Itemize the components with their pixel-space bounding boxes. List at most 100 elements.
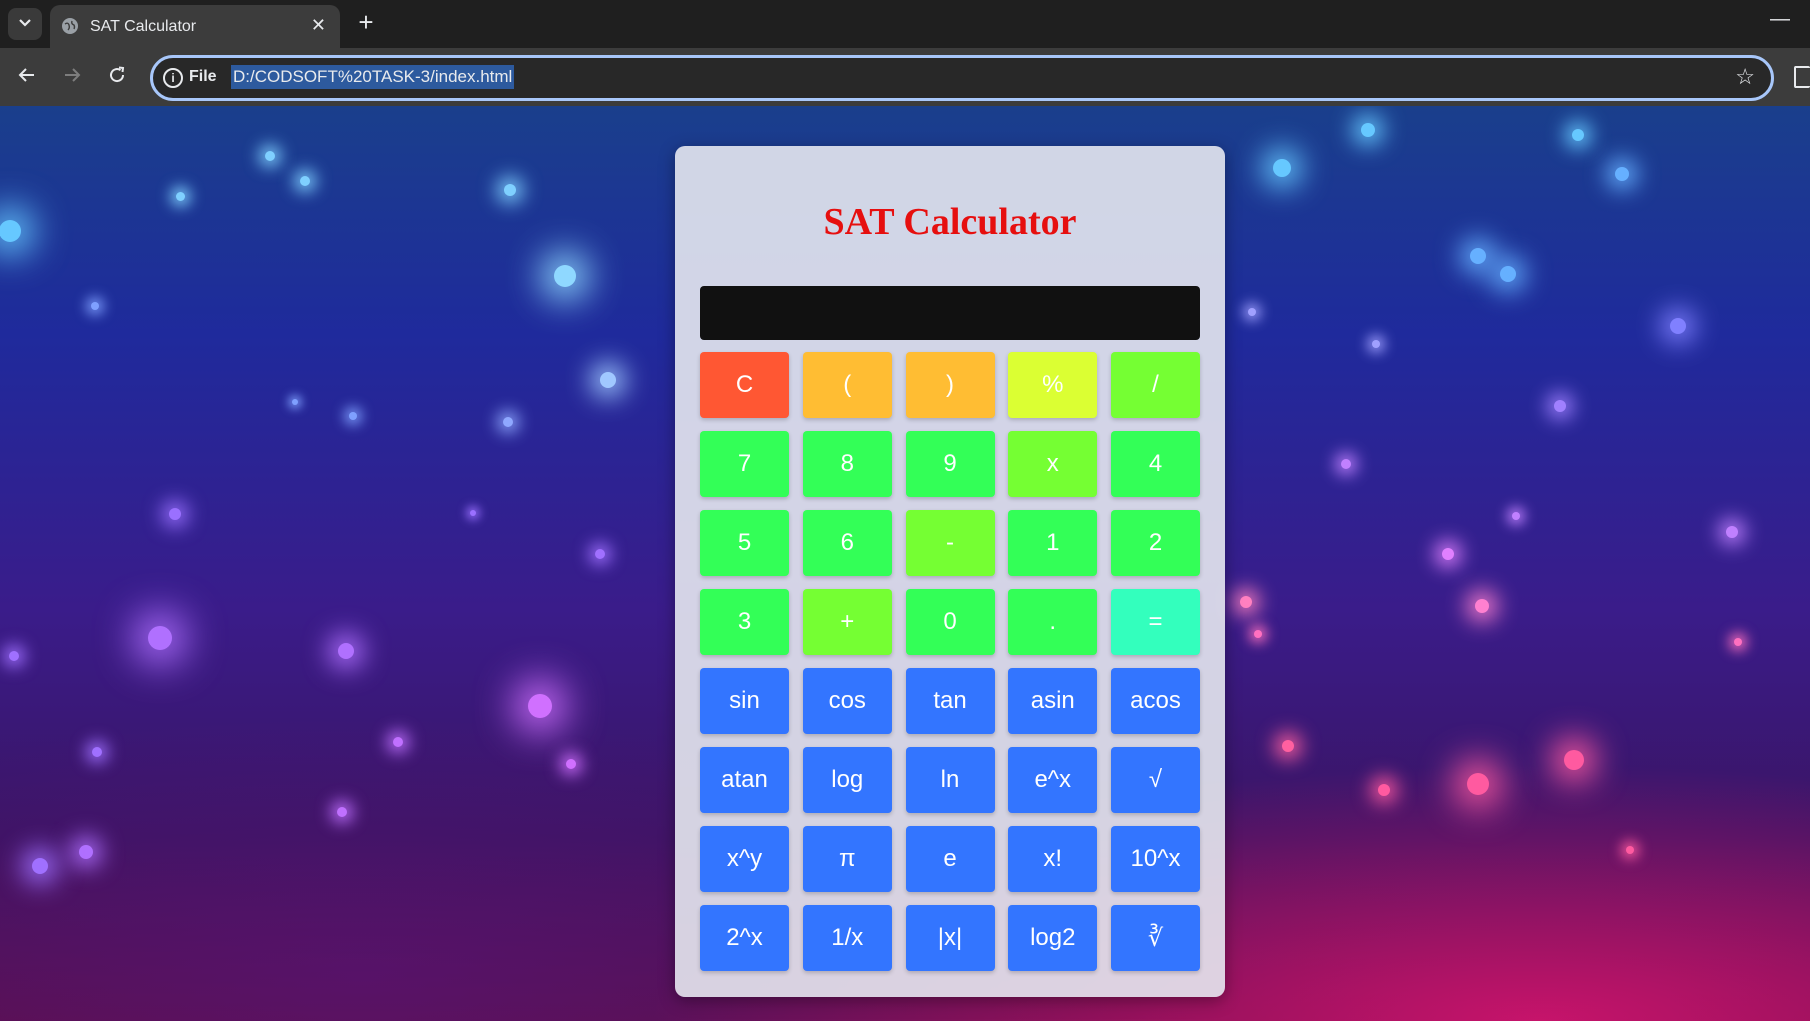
chevron-down-icon [18,15,32,33]
background-glow [1470,248,1486,264]
key-function-button[interactable]: acos [1111,668,1200,734]
background-glow [503,417,513,427]
url-text[interactable]: D:/CODSOFT%20TASK-3/index.html [231,65,515,89]
back-button[interactable] [10,60,44,94]
background-glow [393,737,403,747]
background-glow [1475,599,1489,613]
background-glow [1734,638,1742,646]
background-glow [1726,526,1738,538]
background-glow [1626,846,1634,854]
key-function-button[interactable]: 10^x [1111,826,1200,892]
background-glow [1248,308,1256,316]
address-bar[interactable]: i File D:/CODSOFT%20TASK-3/index.html ☆ [150,55,1774,101]
key-function-button[interactable]: ∛ [1111,905,1200,971]
key-function-button[interactable]: cos [802,668,892,734]
reload-button[interactable] [100,60,134,94]
plus-icon[interactable]: + [352,8,380,38]
forward-button[interactable] [55,60,89,94]
background-glow [1615,167,1629,181]
background-glow [1282,740,1294,752]
key-function-button[interactable]: sin [700,668,789,734]
key-function-button[interactable]: |x| [905,905,995,971]
scheme-label: File [189,68,217,85]
background-glow [92,747,102,757]
background-glow [1240,596,1252,608]
key-operator-button[interactable]: + [802,589,892,655]
background-glow [528,694,552,718]
key-function-button[interactable]: 1/x [802,905,892,971]
key-digit-button[interactable]: 7 [700,431,789,497]
background-glow [300,176,310,186]
forward-arrow-icon [63,64,81,90]
background-glow [1670,318,1686,334]
key-digit-button[interactable]: . [1008,589,1098,655]
background-glow [292,399,298,405]
keypad: C()%/ 7 8 9 x 4 5 6-1 2 3 +0. = sin cos tan asin acos ata… [700,352,1200,971]
globe-icon [62,18,78,34]
background-glow [600,372,616,388]
background-glow [1564,750,1584,770]
background-glow [9,651,19,661]
background-glow [91,302,99,310]
tab-sat-calculator[interactable]: SAT Calculator ✕ [50,5,340,48]
background-glow [1273,159,1291,177]
background-glow [554,265,576,287]
key-function-button[interactable]: x^y [700,826,789,892]
key-digit-button[interactable]: 4 [1111,431,1200,497]
background-glow [504,184,516,196]
star-icon[interactable]: ☆ [1735,64,1755,90]
calculator: SAT Calculator C()%/ 7 8 9 x 4 5 6-1 2 3 +0. = sin co… [675,146,1225,997]
key-function-button[interactable]: π [802,826,892,892]
background-glow [1442,548,1454,560]
calculator-display[interactable] [700,286,1200,340]
key-paren-button[interactable]: ( [802,352,892,418]
background-glow [1554,400,1566,412]
background-glow [337,807,347,817]
key-digit-button[interactable]: 5 [700,510,789,576]
page-viewport: SAT Calculator C()%/ 7 8 9 x 4 5 6-1 2 3 +0. = sin co… [0,106,1810,1021]
key-equals-button[interactable]: = [1111,589,1200,655]
key-digit-button[interactable]: 6 [802,510,892,576]
key-function-button[interactable]: log [802,747,892,813]
key-function-button[interactable]: 2^x [700,905,789,971]
background-glow [349,412,357,420]
reload-icon [108,64,126,90]
key-function-button[interactable]: e^x [1008,747,1098,813]
background-glow [470,510,476,516]
calculator-title: SAT Calculator [823,201,1077,243]
key-clear-button[interactable]: C [700,352,789,418]
key-operator-button[interactable]: - [905,510,995,576]
background-glow [265,151,275,161]
key-digit-button[interactable]: 1 [1008,510,1098,576]
background-glow [32,858,48,874]
key-function-button[interactable]: ln [905,747,995,813]
minimize-icon[interactable]: — [1770,8,1790,31]
key-function-button[interactable]: atan [700,747,789,813]
background-glow [1467,773,1489,795]
key-digit-button[interactable]: 0 [905,589,995,655]
key-function-button[interactable]: asin [1008,668,1098,734]
close-icon[interactable]: ✕ [311,15,326,36]
key-digit-button[interactable]: 8 [802,431,892,497]
background-glow [1361,123,1375,137]
background-glow [0,220,21,242]
key-operator-button[interactable]: / [1111,352,1200,418]
tab-list-button[interactable] [8,8,42,40]
tab-strip: SAT Calculator ✕ + — [0,0,1810,48]
key-digit-button[interactable]: 2 [1111,510,1200,576]
background-glow [1372,340,1380,348]
background-glow [1341,459,1351,469]
key-digit-button[interactable]: 9 [905,431,995,497]
key-function-button[interactable]: log2 [1008,905,1098,971]
side-panel-icon[interactable] [1794,66,1810,88]
key-function-button[interactable]: tan [905,668,995,734]
key-function-button[interactable]: e [905,826,995,892]
key-paren-button[interactable]: ) [905,352,995,418]
background-glow [338,643,354,659]
key-digit-button[interactable]: 3 [700,589,789,655]
key-function-button[interactable]: x! [1008,826,1098,892]
info-icon[interactable]: i [163,68,183,88]
key-operator-button[interactable]: x [1008,431,1098,497]
key-function-button[interactable]: √ [1111,747,1200,813]
key-percent-button[interactable]: % [1008,352,1098,418]
